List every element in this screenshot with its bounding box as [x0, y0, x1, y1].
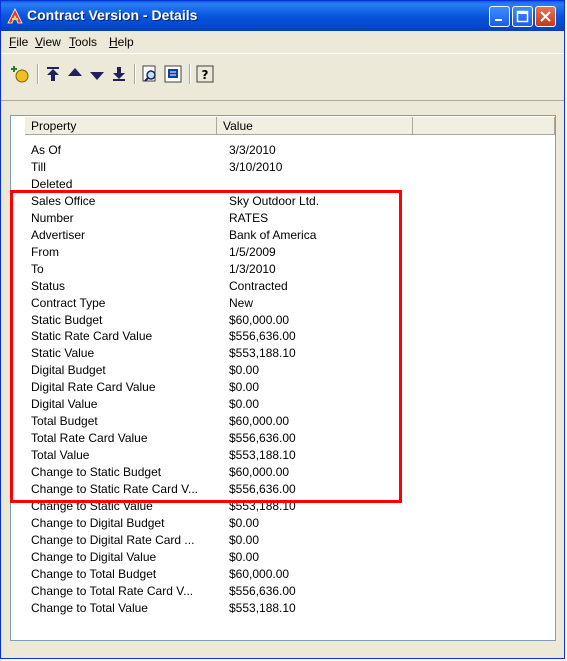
- value-cell: $553,188.10: [229, 600, 296, 615]
- property-cell: Change to Digital Rate Card ...: [31, 532, 195, 547]
- title-bar[interactable]: Contract Version - Details: [1, 1, 564, 31]
- maximize-icon: [516, 10, 529, 23]
- property-cell: As Of: [31, 143, 62, 157]
- toolbar-separator: [189, 64, 191, 84]
- value-cell: $556,636.00: [229, 583, 296, 598]
- highlight-box: [10, 190, 402, 503]
- menu-file[interactable]: File: [9, 35, 28, 49]
- toolbar-separator: [134, 64, 136, 84]
- move-top-icon[interactable]: [43, 64, 63, 84]
- property-cell: Till: [31, 159, 46, 174]
- table-row[interactable]: Change to Digital Rate Card ... $0.00: [31, 532, 411, 548]
- value-cell: $0.00: [229, 515, 260, 530]
- table-row[interactable]: Change to Total Budget $60,000.00: [31, 566, 411, 582]
- menu-help[interactable]: Help: [109, 35, 134, 49]
- table-row[interactable]: Change to Total Rate Card V... $556,636.0…: [31, 583, 411, 599]
- toolbar-separator: [37, 64, 39, 84]
- minimize-button[interactable]: [489, 6, 510, 27]
- svg-text:?: ?: [202, 68, 209, 82]
- value-cell: 3/10/2010: [229, 159, 283, 174]
- value-cell: $0.00: [229, 532, 260, 547]
- value-column-header[interactable]: Value: [217, 117, 413, 135]
- minimize-icon: [495, 19, 502, 21]
- help-icon[interactable]: ?: [195, 64, 215, 84]
- move-bottom-icon[interactable]: [109, 64, 129, 84]
- value-cell: $60,000.00: [229, 566, 290, 581]
- property-cell: Change to Total Budget: [31, 566, 157, 581]
- table-row[interactable]: Change to Total Value $553,188.10: [31, 600, 411, 616]
- list-header: Property Value: [25, 117, 555, 135]
- window-title: Contract Version - Details: [27, 7, 198, 23]
- move-down-icon[interactable]: [87, 64, 107, 84]
- table-row[interactable]: Change to Digital Value $0.00: [31, 549, 411, 565]
- move-up-icon[interactable]: [65, 64, 85, 84]
- close-icon: [540, 11, 551, 22]
- app-logo-icon: [7, 8, 23, 24]
- value-cell: $0.00: [229, 549, 260, 564]
- maximize-button[interactable]: [512, 6, 533, 27]
- table-row[interactable]: Till 3/10/2010: [31, 159, 411, 175]
- property-cell: Change to Digital Value: [31, 549, 157, 564]
- empty-column-header[interactable]: [413, 117, 555, 135]
- toolbar: ?: [1, 53, 564, 101]
- menu-view[interactable]: View: [35, 35, 61, 49]
- property-cell: Change to Digital Budget: [31, 515, 165, 530]
- new-record-icon[interactable]: [11, 64, 31, 84]
- close-button[interactable]: [535, 6, 556, 27]
- report-icon[interactable]: [163, 64, 183, 84]
- property-cell: Change to Total Rate Card V...: [31, 583, 194, 598]
- menu-tools[interactable]: Tools: [69, 35, 97, 49]
- table-row[interactable]: As Of 3/3/2010: [31, 142, 411, 158]
- value-cell: 3/3/2010: [229, 143, 276, 157]
- menu-bar: File View Tools Help: [1, 32, 564, 52]
- find-icon[interactable]: [140, 64, 160, 84]
- property-cell: Change to Total Value: [31, 600, 148, 615]
- property-column-header[interactable]: Property: [25, 117, 217, 135]
- table-row[interactable]: Change to Digital Budget $0.00: [31, 515, 411, 531]
